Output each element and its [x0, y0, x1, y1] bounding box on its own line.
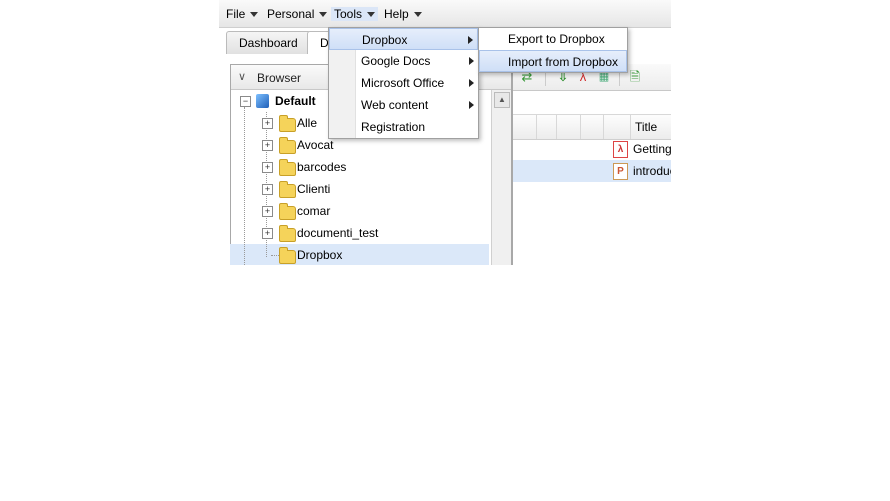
- folder-icon: [279, 203, 296, 220]
- chevron-down-icon: [319, 12, 328, 17]
- tree-folder-label: comar: [297, 204, 331, 218]
- tree-root-label: Default: [275, 94, 316, 108]
- menu-item-registration[interactable]: Registration: [329, 116, 478, 138]
- menu-item-label: Export to Dropbox: [508, 32, 605, 46]
- dropbox-submenu: Export to Dropbox Import from Dropbox: [478, 27, 628, 73]
- collapse-chevron-icon[interactable]: ∨: [238, 70, 246, 83]
- row-title: Getting: [633, 142, 671, 156]
- menu-item-label: Web content: [361, 98, 429, 112]
- tab-dashboard[interactable]: Dashboard: [226, 31, 311, 54]
- menu-item-web-content[interactable]: Web content: [329, 94, 478, 116]
- column-divider: [535, 115, 537, 139]
- menu-item-label: Dropbox: [362, 33, 408, 47]
- submenu-arrow-icon: [468, 36, 473, 44]
- table-row[interactable]: P introduc: [513, 160, 671, 182]
- menu-help[interactable]: Help: [384, 7, 422, 21]
- folder-icon: [279, 181, 296, 198]
- tree-folder-label: barcodes: [297, 160, 347, 174]
- column-header-title[interactable]: Title: [635, 120, 657, 134]
- tree-folder-label: Clienti: [297, 182, 331, 196]
- menu-item-microsoft-office[interactable]: Microsoft Office: [329, 72, 478, 94]
- menu-tools[interactable]: Tools: [331, 7, 379, 21]
- tree-line: [271, 255, 279, 256]
- application-window: File Personal Tools Help Dashboard Do ∨ …: [219, 0, 671, 265]
- folder-icon: [279, 225, 296, 242]
- menu-item-dropbox[interactable]: Dropbox: [329, 28, 478, 50]
- table-row[interactable]: λ Getting: [513, 138, 671, 160]
- expand-icon[interactable]: +: [262, 206, 273, 217]
- menu-file-label: File: [226, 7, 246, 21]
- column-divider: [555, 115, 557, 139]
- menu-personal[interactable]: Personal: [267, 7, 328, 21]
- folder-icon: [279, 137, 296, 154]
- menu-file[interactable]: File: [226, 7, 259, 21]
- tree-folder-label: Dropbox: [297, 248, 343, 262]
- menu-item-label: Import from Dropbox: [508, 55, 619, 69]
- menubar: File Personal Tools Help: [219, 0, 671, 28]
- expand-icon[interactable]: +: [262, 118, 273, 129]
- column-divider: [602, 115, 604, 139]
- menu-item-google-docs[interactable]: Google Docs: [329, 50, 478, 72]
- grid-header: Title: [513, 114, 671, 140]
- expand-icon[interactable]: +: [262, 228, 273, 239]
- expand-icon[interactable]: +: [262, 184, 273, 195]
- scroll-up-icon[interactable]: ▲: [494, 92, 510, 108]
- add-document-icon[interactable]: 🗎: [627, 69, 643, 85]
- collapse-icon[interactable]: −: [240, 96, 251, 107]
- tree-scrollbar[interactable]: ▲: [491, 90, 511, 265]
- tree-selected-highlight: [230, 244, 489, 265]
- menu-item-export-to-dropbox[interactable]: Export to Dropbox: [479, 28, 627, 50]
- browser-title: Browser: [257, 71, 302, 85]
- menu-item-label: Google Docs: [361, 54, 431, 68]
- chevron-down-icon: [413, 12, 422, 17]
- expand-icon[interactable]: +: [262, 140, 273, 151]
- menu-tools-label: Tools: [334, 7, 363, 21]
- tree-line: [244, 107, 245, 265]
- documents-panel: ⇄ ⇩ λ ▦ 🗎 Title λ Getting P introduc: [512, 64, 671, 265]
- folder-icon: [279, 247, 296, 264]
- menu-item-import-from-dropbox[interactable]: Import from Dropbox: [479, 50, 627, 72]
- submenu-arrow-icon: [469, 79, 474, 87]
- column-divider: [579, 115, 581, 139]
- ppt-icon: P: [613, 163, 628, 180]
- menu-personal-label: Personal: [267, 7, 315, 21]
- folder-icon: [279, 159, 296, 176]
- column-divider: [629, 115, 631, 139]
- folder-icon: [279, 115, 296, 132]
- pdf-icon: λ: [613, 141, 628, 158]
- chevron-down-icon: [250, 12, 259, 17]
- row-title: introduc: [633, 164, 671, 178]
- tree-folder-label: documenti_test: [297, 226, 379, 240]
- menu-help-label: Help: [384, 7, 409, 21]
- tree-folder-label: Alle: [297, 116, 318, 130]
- menu-item-label: Microsoft Office: [361, 76, 445, 90]
- menu-item-label: Registration: [361, 120, 426, 134]
- workspace-cube-icon: [256, 94, 269, 108]
- submenu-arrow-icon: [469, 57, 474, 65]
- chevron-down-icon: [367, 12, 376, 17]
- tab-dashboard-label: Dashboard: [239, 36, 298, 50]
- expand-icon[interactable]: +: [262, 162, 273, 173]
- tools-menu: Dropbox Google Docs Microsoft Office Web…: [328, 27, 479, 139]
- submenu-arrow-icon: [469, 101, 474, 109]
